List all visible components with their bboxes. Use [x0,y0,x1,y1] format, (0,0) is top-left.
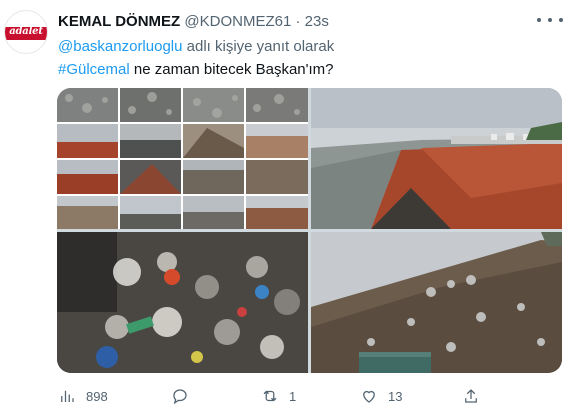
reply-to-link[interactable]: @baskanzorluoglu [58,38,182,55]
media-grid [57,88,562,373]
header-separator: · [295,13,301,30]
reply-action[interactable] [171,384,199,408]
tweet-text-rest: ne zaman bitecek Başkan'ım? [129,61,334,78]
retweet-action[interactable]: 1 [261,384,296,408]
avatar-brand-text: adalet [9,26,43,37]
views-action[interactable]: 898 [58,384,108,408]
like-action[interactable]: 13 [360,384,402,408]
author-name[interactable]: KEMAL DÖNMEZ [58,13,180,30]
tweet-text: #Gülcemal ne zaman bitecek Başkan'ım? [58,60,334,80]
collage-graphic [57,88,308,229]
heart-icon [363,390,375,403]
reply-context: @baskanzorluoglu adlı kişiye yanıt olara… [58,37,334,57]
views-icon [61,390,74,402]
media-image-garbage[interactable] [57,232,308,373]
author-handle[interactable]: @KDONMEZ61 [184,13,291,30]
hashtag-link[interactable]: #Gülcemal [58,61,130,78]
tweet-time[interactable]: 23s [305,13,329,30]
media-image-landfill[interactable] [311,232,562,373]
avatar[interactable]: adalet [4,10,48,54]
media-image-collage[interactable] [57,88,308,229]
reply-suffix: adlı kişiye yanıt olarak [182,38,335,55]
tweet-header: KEMAL DÖNMEZ @KDONMEZ61 · 23s [58,12,515,32]
garbage-graphic [57,232,308,373]
tweet-actions: 898 1 13 [58,384,548,408]
views-count: 898 [86,388,108,404]
media-image-coastline[interactable] [311,88,562,229]
landfill-graphic [311,232,562,373]
retweet-icon [263,390,277,402]
more-options-icon[interactable] [537,12,563,28]
reply-icon [173,389,187,405]
share-action[interactable] [462,384,490,408]
retweet-count: 1 [289,388,297,404]
share-icon [465,389,477,403]
like-count: 13 [388,388,403,404]
coastline-graphic [311,88,562,229]
